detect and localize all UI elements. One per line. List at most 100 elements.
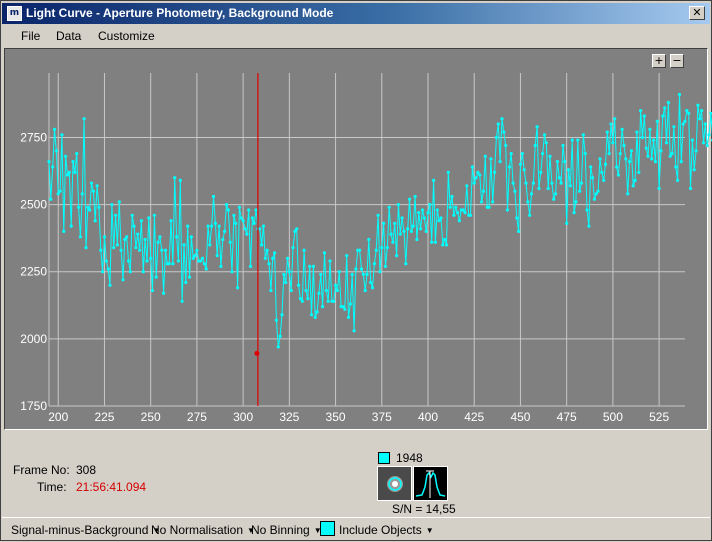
data-point — [587, 224, 591, 228]
light-curve-chart[interactable]: 200 225 250 275 300 325 350 375 400 425 450 475 500 5… — [1, 1, 712, 542]
data-point — [565, 221, 569, 225]
star-aperture-graphic — [378, 467, 411, 500]
data-point — [659, 149, 663, 153]
x-tick-label: 350 — [326, 410, 346, 424]
data-point — [579, 181, 584, 185]
data-point — [648, 127, 652, 131]
data-point — [428, 203, 432, 207]
data-point — [88, 208, 92, 212]
data-point — [703, 122, 707, 126]
data-point — [269, 288, 273, 293]
zoom-out-button[interactable]: − — [670, 54, 684, 68]
data-point — [239, 216, 243, 220]
data-point — [566, 168, 571, 172]
data-point — [58, 189, 62, 193]
data-point — [130, 213, 134, 217]
data-point — [367, 237, 371, 242]
data-point — [463, 211, 467, 215]
data-point — [319, 272, 323, 276]
data-point — [77, 205, 81, 209]
data-point — [254, 208, 258, 212]
data-point — [585, 208, 589, 212]
data-point — [354, 267, 358, 271]
data-point — [698, 117, 702, 121]
data-point — [690, 138, 695, 142]
binning-dropdown[interactable]: No Binning ▼ — [251, 523, 322, 537]
data-point — [563, 160, 567, 164]
include-objects-label: Include Objects — [339, 523, 422, 537]
x-tick-label: 250 — [141, 410, 161, 424]
x-tick-label: 425 — [464, 410, 484, 424]
data-point — [531, 181, 536, 185]
include-objects-swatch[interactable] — [320, 521, 335, 536]
data-point — [533, 143, 537, 148]
data-point — [476, 170, 480, 174]
data-point — [369, 280, 373, 285]
normalisation-dropdown[interactable]: No Normalisation ▼ — [151, 523, 255, 537]
data-point — [635, 130, 639, 134]
data-point — [520, 152, 524, 156]
data-point — [232, 213, 236, 217]
data-point — [163, 248, 168, 252]
object-color-swatch[interactable] — [378, 452, 390, 464]
data-point — [417, 211, 421, 215]
data-point — [677, 92, 682, 97]
data-point — [101, 270, 105, 274]
data-point — [489, 157, 493, 161]
x-tick-label: 200 — [48, 410, 68, 424]
data-point — [378, 270, 382, 274]
data-point — [374, 248, 378, 252]
data-point — [125, 235, 129, 239]
data-point — [550, 181, 554, 185]
data-point — [202, 262, 206, 266]
star-profile-icon[interactable] — [413, 466, 448, 501]
data-point — [554, 192, 558, 196]
data-point — [84, 246, 88, 250]
include-objects-dropdown[interactable]: Include Objects ▼ — [339, 523, 434, 537]
data-point — [650, 157, 654, 161]
data-point — [149, 256, 153, 260]
data-point — [391, 240, 395, 244]
data-point — [646, 154, 650, 158]
data-point — [420, 208, 425, 212]
data-point — [529, 192, 534, 196]
x-tick-label: 450 — [510, 410, 530, 424]
data-point — [47, 160, 51, 164]
data-point — [234, 221, 238, 225]
data-point — [276, 345, 280, 349]
data-point — [280, 313, 284, 317]
data-point — [150, 288, 155, 293]
data-point — [261, 224, 266, 228]
data-point — [535, 125, 539, 129]
signal-mode-dropdown[interactable]: Signal-minus-Background ▼ — [11, 523, 160, 537]
data-point — [271, 256, 275, 260]
data-point — [363, 288, 367, 293]
data-point — [652, 138, 656, 142]
star-aperture-icon[interactable] — [377, 466, 412, 501]
data-point — [409, 229, 413, 233]
chevron-down-icon: ▼ — [425, 526, 434, 535]
zoom-in-button[interactable]: + — [652, 54, 666, 68]
data-point — [121, 278, 125, 282]
star-profile-graphic — [414, 467, 447, 500]
data-point — [237, 205, 241, 209]
data-point — [448, 205, 452, 209]
data-point — [245, 232, 249, 236]
data-point — [167, 262, 171, 266]
object-id-label: 1948 — [396, 451, 423, 465]
data-point — [602, 178, 606, 182]
data-point — [326, 299, 330, 303]
data-point — [629, 149, 634, 153]
data-point — [568, 184, 573, 188]
data-point — [108, 283, 112, 287]
data-point — [633, 178, 637, 182]
data-point — [478, 173, 482, 177]
data-point — [97, 205, 101, 209]
data-point — [95, 184, 99, 188]
data-point — [285, 256, 290, 260]
data-point — [692, 168, 696, 172]
data-point — [415, 237, 419, 242]
data-point — [491, 200, 495, 204]
data-point — [396, 203, 400, 207]
data-point — [132, 224, 136, 228]
